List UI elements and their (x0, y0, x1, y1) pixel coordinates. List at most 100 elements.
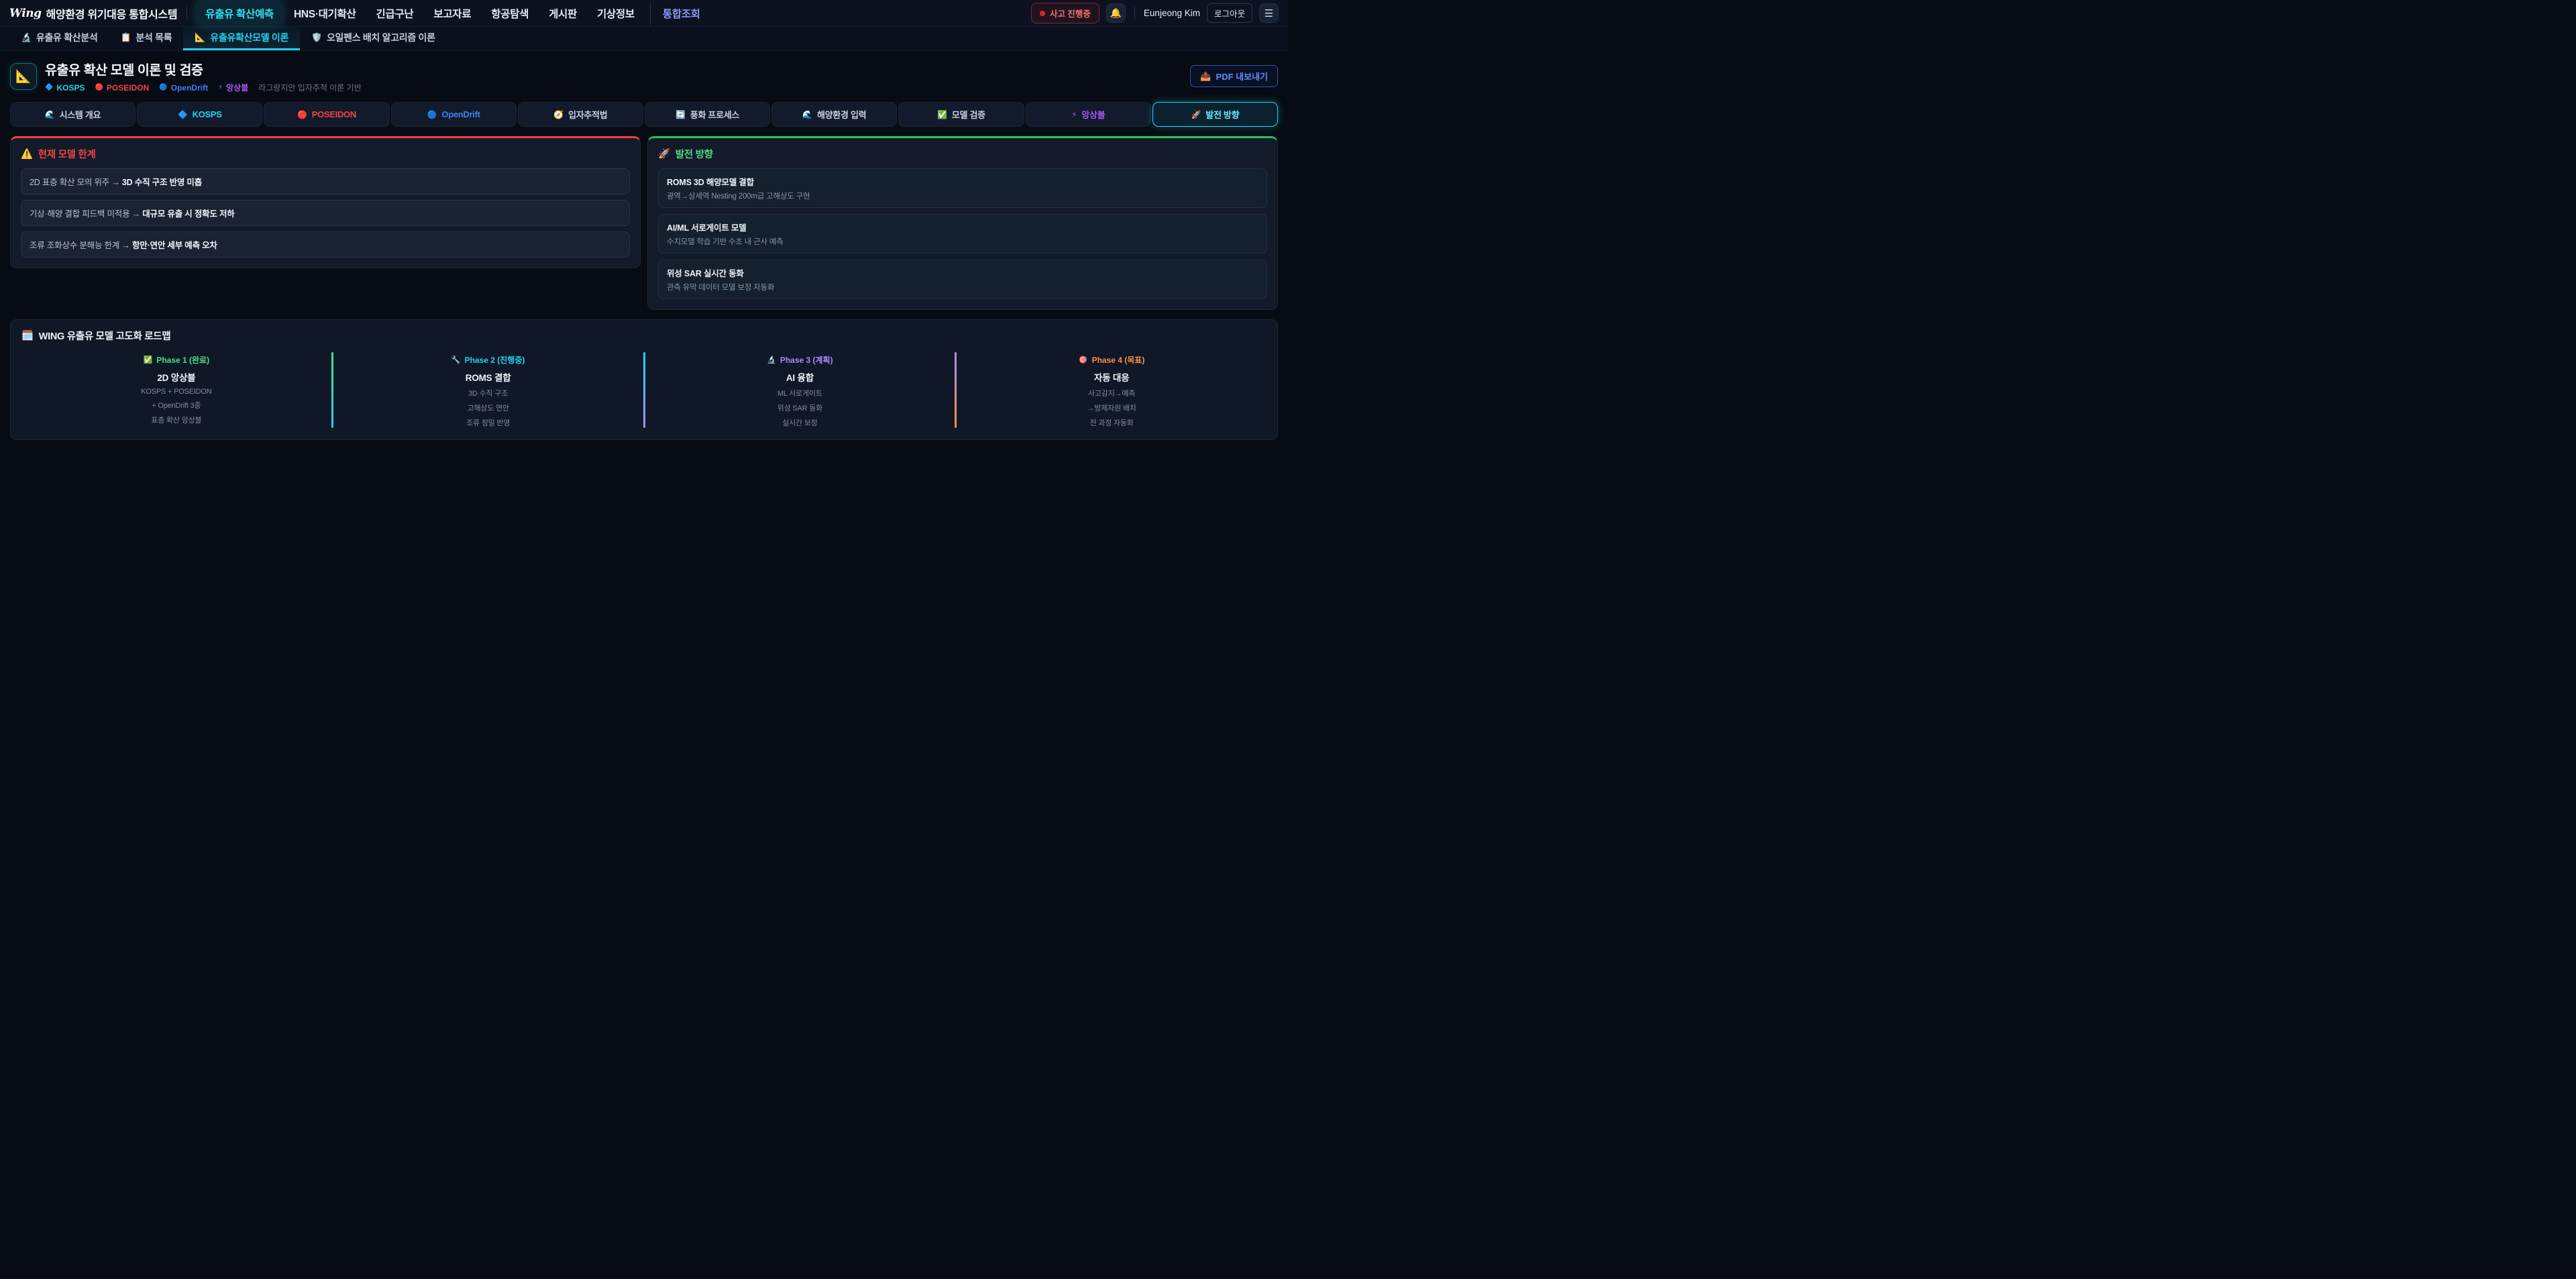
limitation-item: 2D 표층 확산 모의 위주 → 3D 수직 구조 반영 미흡 (21, 168, 630, 194)
phase-detail: 전 과정 자동화 (957, 417, 1267, 428)
section-tab-ocean-env-input[interactable]: 🌊 해양환경 입력 (771, 102, 897, 127)
nav-item-integrated-search[interactable]: 통합조회 (650, 1, 709, 25)
section-tab-label: 모델 검증 (952, 108, 985, 121)
phase-detail: →방제자원 배치 (957, 402, 1267, 413)
pdf-export-button[interactable]: 📤 PDF 내보내기 (1190, 65, 1278, 87)
section-tab-label: 앙상블 (1081, 108, 1105, 121)
direction-description: 수치모델 학습 기반 수초 내 근사 예측 (667, 236, 1258, 247)
wrench-icon: 🔧 (451, 355, 461, 364)
logout-button[interactable]: 로그아웃 (1207, 3, 1252, 23)
section-tab-opendrift[interactable]: 🔵OpenDrift (391, 102, 517, 127)
phase-2-title: ROMS 결합 (333, 370, 643, 384)
badge-ensemble: ⚡ 앙상블 (218, 82, 248, 93)
target-icon: 🎯 (1079, 355, 1088, 364)
red-circle-icon: 🔴 (95, 84, 103, 91)
roadmap-title: 🗓️ WING 유출유 모델 고도화 로드맵 (21, 329, 1267, 343)
future-directions-panel: 🚀 발전 방향 ROMS 3D 해양모델 결합 광역→상세역 Nesting 2… (647, 136, 1278, 310)
tab-spill-model-theory[interactable]: 📐 유출유확산모델 이론 (183, 27, 300, 50)
phase-detail: 조류 정밀 반영 (333, 417, 643, 428)
section-tab-label: 시스템 개요 (60, 108, 101, 121)
badge-poseidon: 🔴 POSEIDON (95, 83, 149, 93)
badge-opendrift: 🔵 OpenDrift (159, 83, 208, 93)
divider (1134, 7, 1135, 20)
tab-label: 오일펜스 배치 알고리즘 이론 (327, 31, 435, 44)
nav-item-weather-info[interactable]: 기상정보 (588, 1, 643, 25)
section-tab-future-direction[interactable]: 🚀 발전 방향 (1152, 102, 1278, 127)
main-menu: 유출유 확산예측 HNS·대기확산 긴급구난 보고자료 항공탐색 게시판 기상정… (197, 1, 708, 25)
limitation-highlight: 대규모 유출 시 정확도 저하 (142, 209, 234, 219)
phase-detail: KOSPS + POSEIDON (21, 388, 331, 396)
top-navigation-bar: Wing 해양환경 위기대응 통합시스템 유출유 확산예측 HNS·대기확산 긴… (0, 0, 1288, 27)
section-tab-weathering-process[interactable]: 🔄풍화 프로세스 (645, 102, 770, 127)
roadmap-phase-3: 🔬 Phase 3 (계획) AI 융합 ML 서로게이트 위성 SAR 동화 … (645, 352, 955, 428)
blue-circle-icon: 🔵 (427, 110, 437, 119)
roadmap-title-text: WING 유출유 모델 고도화 로드맵 (39, 329, 171, 343)
badge-label: KOSPS (56, 83, 85, 93)
logo-mark: Wing (9, 7, 42, 20)
roadmap-panel: 🗓️ WING 유출유 모델 고도화 로드맵 ✅ Phase 1 (완료) 2D… (10, 319, 1278, 440)
badge-label: 앙상블 (226, 82, 248, 93)
nav-item-reports[interactable]: 보고자료 (425, 1, 480, 25)
section-tab-label: 해양환경 입력 (817, 108, 866, 121)
notification-button[interactable]: 🔔 (1106, 3, 1126, 23)
section-tab-label: 발전 방향 (1205, 108, 1239, 121)
phase-3-title: AI 융합 (645, 370, 955, 384)
section-tab-model-validation[interactable]: ✅ 모델 검증 (898, 102, 1024, 127)
section-tab-system-overview[interactable]: 🌊 시스템 개요 (10, 102, 136, 127)
direction-description: 광역→상세역 Nesting 200m급 고해상도 구현 (667, 190, 1258, 201)
microscope-icon: 🔬 (21, 32, 32, 43)
lightning-icon: ⚡ (218, 84, 223, 91)
section-tab-kosps[interactable]: 🔷KOSPS (137, 102, 262, 127)
direction-title: AI/ML 서로게이트 모델 (667, 221, 1258, 233)
hamburger-icon: ☰ (1265, 7, 1273, 19)
tab-oil-spill-analysis[interactable]: 🔬 유출유 확산분석 (9, 27, 109, 50)
user-name: Eunjeong Kim (1144, 8, 1200, 18)
limitation-highlight: 항만·연안 세부 예측 오차 (132, 241, 217, 250)
limitation-text: 2D 표층 확산 모의 위주 → (30, 178, 122, 187)
nav-item-emergency-rescue[interactable]: 긴급구난 (368, 1, 423, 25)
tab-analysis-list[interactable]: 📋 분석 목록 (109, 27, 184, 50)
phase-1-label: ✅ Phase 1 (완료) (144, 354, 209, 366)
model-badge-row: 🔷 KOSPS 🔴 POSEIDON 🔵 OpenDrift ⚡ 앙상블 라그랑… (45, 82, 362, 93)
app-logo[interactable]: Wing 해양환경 위기대응 통합시스템 (9, 5, 177, 21)
incident-badge-label: 사고 진행중 (1050, 7, 1091, 19)
triangular-ruler-icon: 📐 (15, 68, 32, 85)
panel-title-text: 현재 모델 한계 (38, 147, 96, 161)
page-subtitle: 라그랑지안 입자추적 이론 기반 (258, 82, 362, 93)
phase-1-title: 2D 앙상블 (21, 370, 331, 384)
section-tab-particle-tracking[interactable]: 🧭입자추적법 (518, 102, 643, 127)
hamburger-menu-button[interactable]: ☰ (1259, 3, 1279, 23)
phase-detail: + OpenDrift 3종 (21, 400, 331, 410)
direction-description: 관측 유막 데이터 모델 보정 자동화 (667, 282, 1258, 292)
wave-icon: 🌊 (45, 110, 55, 119)
nav-item-aerial-search[interactable]: 항공탐색 (482, 1, 537, 25)
nav-item-board[interactable]: 게시판 (540, 1, 586, 25)
section-tab-poseidon[interactable]: 🔴POSEIDON (264, 102, 389, 127)
direction-card: ROMS 3D 해양모델 결합 광역→상세역 Nesting 200m급 고해상… (658, 168, 1267, 208)
badge-kosps: 🔷 KOSPS (45, 83, 85, 93)
section-tab-ensemble[interactable]: ⚡앙상블 (1026, 102, 1151, 127)
wave-icon: 🌊 (802, 110, 812, 119)
nav-right-group: 사고 진행중 🔔 Eunjeong Kim 로그아웃 ☰ (1031, 3, 1279, 23)
rocket-icon: 🚀 (1191, 110, 1201, 119)
blue-circle-icon: 🔵 (159, 84, 167, 91)
phase-label-text: Phase 4 (목표) (1092, 354, 1145, 366)
roadmap-phase-1: ✅ Phase 1 (완료) 2D 앙상블 KOSPS + POSEIDON +… (21, 352, 331, 428)
tab-oil-fence-algorithm-theory[interactable]: 🛡️ 오일펜스 배치 알고리즘 이론 (300, 27, 447, 50)
badge-label: OpenDrift (171, 83, 208, 93)
red-circle-icon: 🔴 (297, 110, 307, 119)
diamond-icon: 🔷 (45, 84, 53, 91)
incident-in-progress-badge[interactable]: 사고 진행중 (1031, 3, 1099, 23)
tab-label: 유출유 확산분석 (36, 31, 98, 44)
warning-icon: ⚠️ (21, 148, 33, 160)
check-icon: ✅ (937, 110, 947, 119)
clipboard-icon: 📋 (121, 32, 131, 43)
phase-detail: 표층 확산 앙상블 (21, 414, 331, 425)
nav-item-oil-spill-prediction[interactable]: 유출유 확산예측 (197, 1, 282, 25)
direction-title: ROMS 3D 해양모델 결합 (667, 175, 1258, 188)
limitation-text: 조류 조화상수 분해능 한계 → (30, 241, 132, 250)
rocket-icon: 🚀 (658, 148, 670, 160)
phase-2-label: 🔧 Phase 2 (진행중) (451, 354, 525, 366)
limitation-highlight: 3D 수직 구조 반영 미흡 (122, 178, 202, 187)
nav-item-hns-air-dispersion[interactable]: HNS·대기확산 (285, 1, 365, 25)
